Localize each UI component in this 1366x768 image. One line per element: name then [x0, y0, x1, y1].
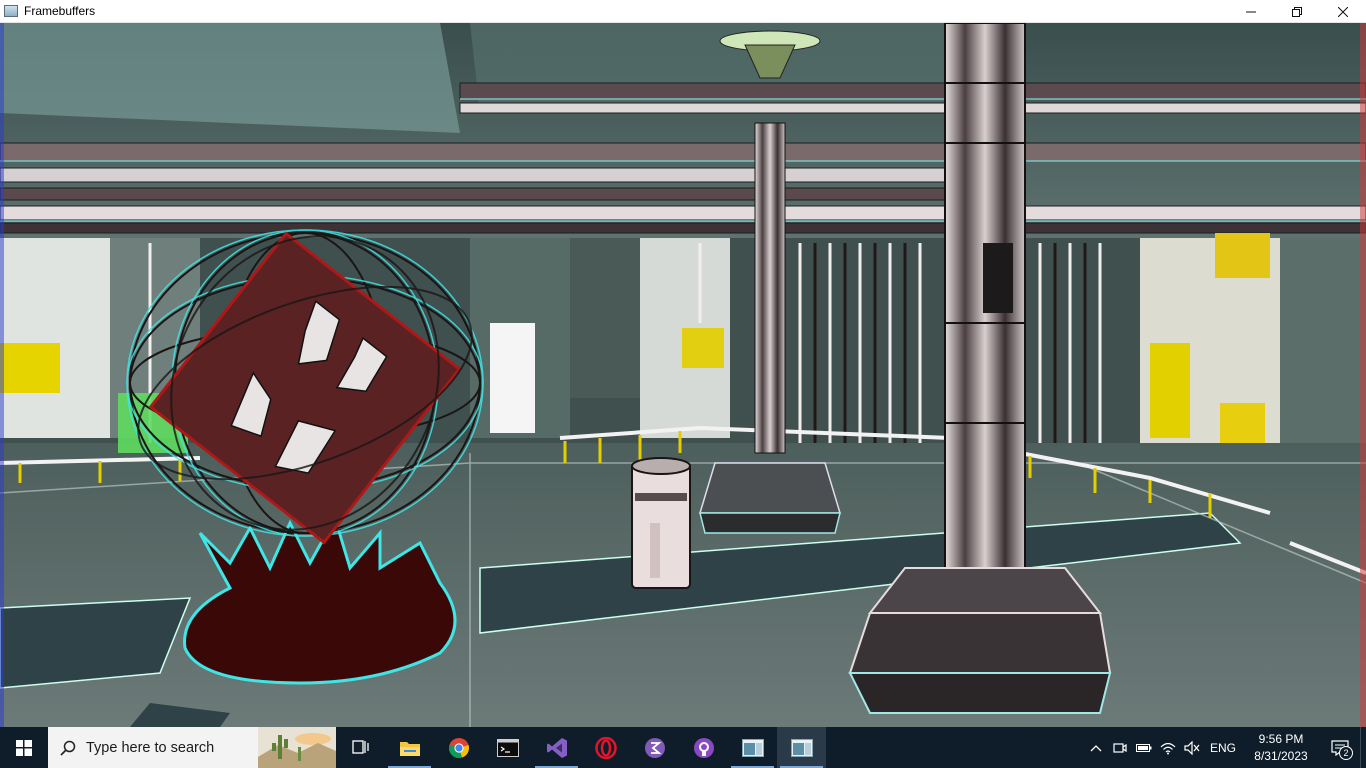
notification-count-badge: 2: [1339, 746, 1353, 760]
minimize-icon: [1246, 11, 1256, 12]
tray-battery[interactable]: [1132, 727, 1156, 768]
github-desktop-icon: [693, 737, 714, 758]
close-button[interactable]: [1320, 0, 1366, 23]
clock-date: 8/31/2023: [1254, 748, 1308, 763]
window-controls: [1228, 0, 1366, 23]
taskbar-app-window-2[interactable]: [777, 727, 826, 768]
title-bar: Framebuffers: [0, 0, 1366, 23]
taskbar-app-terminal[interactable]: [483, 727, 532, 768]
search-highlight-illustration-icon: [258, 727, 336, 768]
task-view-icon: [351, 739, 369, 754]
taskbar-app-visual-studio[interactable]: [532, 727, 581, 768]
chrome-icon: [448, 737, 469, 758]
taskbar-app-window-1[interactable]: [728, 727, 777, 768]
terminal-icon: [496, 738, 519, 757]
input-language[interactable]: ENG: [1204, 741, 1242, 755]
taskbar-app-emacs[interactable]: [630, 727, 679, 768]
meet-now-icon: [1113, 742, 1127, 753]
taskbar-app-opera[interactable]: [581, 727, 630, 768]
app-window-active-icon: [790, 738, 813, 757]
tray-network[interactable]: [1156, 727, 1180, 768]
app-window-icon: [4, 5, 18, 17]
search-placeholder: Type here to search: [86, 739, 215, 756]
scene-render: [0, 23, 1366, 727]
clock-time: 9:56 PM: [1258, 731, 1304, 746]
action-center-button[interactable]: 2: [1320, 727, 1360, 768]
start-button[interactable]: [0, 727, 48, 768]
battery-icon: [1136, 743, 1152, 752]
taskbar-app-github-desktop[interactable]: [679, 727, 728, 768]
opera-icon: [594, 736, 617, 759]
close-icon: [1338, 6, 1348, 17]
taskbar: Type here to search ENG 9:56 PM 8/31/202…: [0, 727, 1366, 768]
restore-button[interactable]: [1274, 0, 1320, 23]
system-tray: ENG 9:56 PM 8/31/2023 2: [1084, 727, 1366, 768]
app-window-icon: [741, 738, 764, 757]
visual-studio-icon: [546, 737, 567, 758]
emacs-icon: [644, 737, 665, 758]
show-desktop-button[interactable]: [1360, 727, 1366, 768]
wifi-icon: [1160, 742, 1176, 754]
taskbar-app-chrome[interactable]: [434, 727, 483, 768]
tray-meet-now[interactable]: [1108, 727, 1132, 768]
taskbar-app-file-explorer[interactable]: [385, 727, 434, 768]
render-viewport[interactable]: [0, 23, 1366, 727]
windows-logo-icon: [16, 739, 32, 756]
minimize-button[interactable]: [1228, 0, 1274, 23]
show-hidden-icons-button[interactable]: [1084, 727, 1108, 768]
tray-volume[interactable]: [1180, 727, 1204, 768]
clock[interactable]: 9:56 PM 8/31/2023: [1242, 731, 1320, 765]
search-icon: [60, 740, 76, 756]
volume-muted-icon: [1184, 740, 1200, 755]
window-title: Framebuffers: [24, 4, 96, 18]
search-box[interactable]: Type here to search: [48, 727, 336, 768]
chevron-up-icon: [1090, 744, 1102, 751]
restore-icon: [1292, 6, 1302, 17]
task-view-button[interactable]: [336, 727, 385, 768]
file-explorer-icon: [399, 741, 420, 756]
